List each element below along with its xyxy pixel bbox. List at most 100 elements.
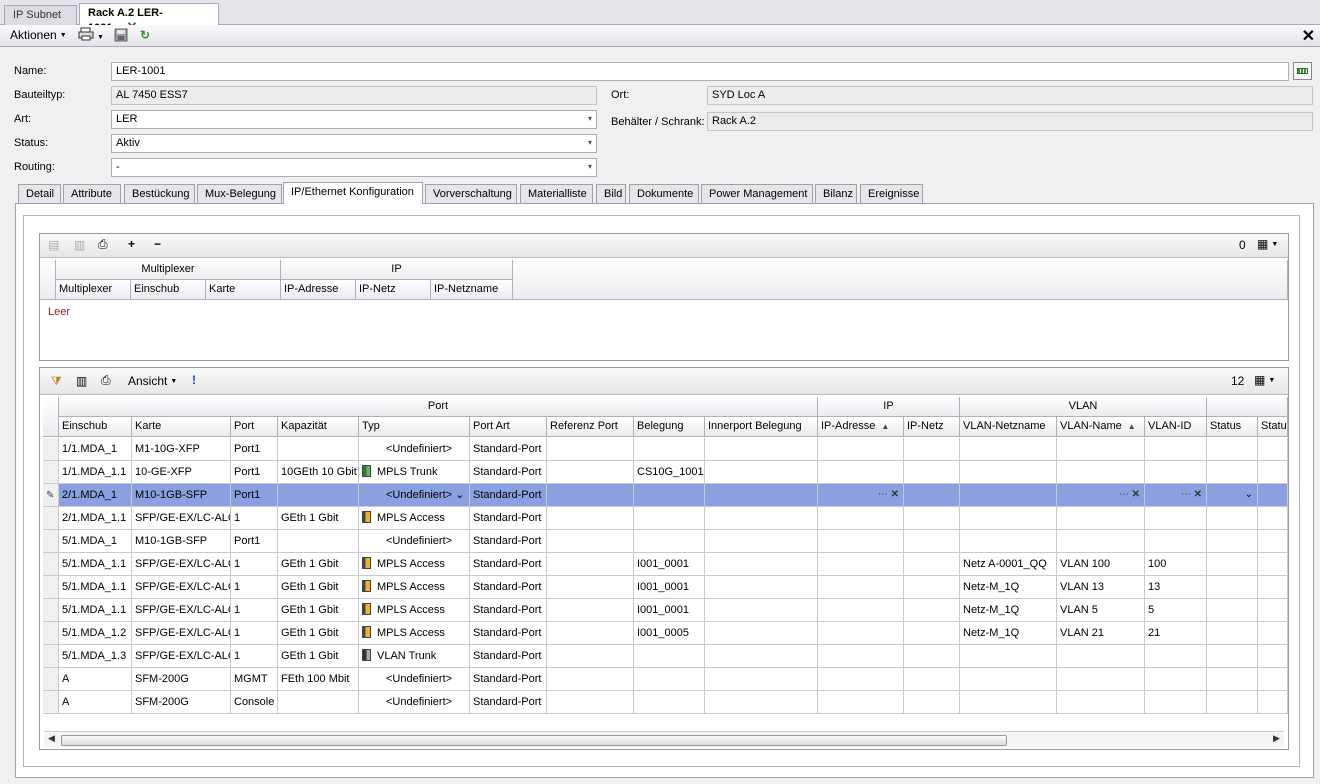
cell-typ[interactable]: MPLS Access xyxy=(359,622,470,645)
cell-vlan_name[interactable] xyxy=(1057,668,1145,691)
cell-einschub[interactable]: 1/1.MDA_1.1 xyxy=(59,461,132,484)
cell-status[interactable] xyxy=(1207,507,1258,530)
cell-belegung[interactable] xyxy=(634,645,705,668)
art-select[interactable]: LER ▾ xyxy=(111,110,597,129)
cell-extra[interactable] xyxy=(1258,576,1288,599)
cell-extra[interactable] xyxy=(1258,645,1288,668)
cell-typ[interactable]: MPLS Access xyxy=(359,576,470,599)
cell-ip_netz[interactable] xyxy=(904,461,960,484)
cell-port_art[interactable]: Standard-Port xyxy=(470,622,547,645)
actions-menu-button[interactable]: Aktionen ▼ xyxy=(10,28,67,42)
cell-port[interactable]: 1 xyxy=(231,576,278,599)
cell-ip_adresse[interactable] xyxy=(818,530,904,553)
cell-port[interactable]: 1 xyxy=(231,553,278,576)
cell-status[interactable] xyxy=(1207,530,1258,553)
cell-einschub[interactable]: 5/1.MDA_1.2 xyxy=(59,622,132,645)
cell-vlan_id[interactable] xyxy=(1145,691,1207,714)
col-typ[interactable]: Typ xyxy=(359,417,470,437)
cell-belegung[interactable]: I001_0001 xyxy=(634,599,705,622)
tab-bilanz[interactable]: Bilanz xyxy=(815,184,857,203)
cell-vlan_name[interactable] xyxy=(1057,530,1145,553)
cell-vlan_id[interactable] xyxy=(1145,507,1207,530)
cell-ip_adresse[interactable] xyxy=(818,645,904,668)
col-ip-adresse[interactable]: IP-Adresse xyxy=(281,280,356,300)
cell-innerport[interactable] xyxy=(705,530,818,553)
row-indicator[interactable] xyxy=(43,438,59,461)
cell-status[interactable] xyxy=(1207,553,1258,576)
cell-status[interactable] xyxy=(1207,576,1258,599)
cell-karte[interactable]: SFM-200G xyxy=(132,691,231,714)
cell-referenz[interactable] xyxy=(547,576,634,599)
cell-ip_adresse[interactable] xyxy=(818,622,904,645)
cell-vlan_name[interactable] xyxy=(1057,438,1145,461)
cell-typ[interactable]: <Undefiniert> xyxy=(359,668,470,691)
cell-kapazitaet[interactable]: GEth 1 Gbit xyxy=(278,622,359,645)
scrollbar-thumb[interactable] xyxy=(61,735,1007,746)
print-menu-button[interactable]: ▼ xyxy=(78,27,104,44)
cell-referenz[interactable] xyxy=(547,668,634,691)
cell-innerport[interactable] xyxy=(705,484,818,507)
cell-ip_netz[interactable] xyxy=(904,484,960,507)
cell-einschub[interactable]: 1/1.MDA_1 xyxy=(59,438,132,461)
col-referenz-port[interactable]: Referenz Port xyxy=(547,417,634,437)
cell-kapazitaet[interactable] xyxy=(278,691,359,714)
close-window-icon[interactable]: ✕ xyxy=(1302,26,1315,46)
cell-kapazitaet[interactable] xyxy=(278,484,359,507)
cell-status[interactable] xyxy=(1207,438,1258,461)
tab-bild[interactable]: Bild xyxy=(596,184,626,203)
cell-vlan_netzname[interactable] xyxy=(960,507,1057,530)
cell-port_art[interactable]: Standard-Port xyxy=(470,645,547,668)
col-ip-netzname[interactable]: IP-Netzname xyxy=(431,280,513,300)
cell-port_art[interactable]: Standard-Port xyxy=(470,507,547,530)
cell-vlan_id[interactable]: 21 xyxy=(1145,622,1207,645)
row-indicator[interactable] xyxy=(43,553,59,576)
cell-kapazitaet[interactable] xyxy=(278,438,359,461)
cell-einschub[interactable]: 5/1.MDA_1 xyxy=(59,530,132,553)
cell-karte[interactable]: SFP/GE-EX/LC-ALC xyxy=(132,553,231,576)
cell-extra[interactable] xyxy=(1258,438,1288,461)
status-select[interactable]: Aktiv ▾ xyxy=(111,134,597,153)
cell-innerport[interactable] xyxy=(705,645,818,668)
cell-ip_netz[interactable] xyxy=(904,668,960,691)
col-belegung[interactable]: Belegung xyxy=(634,417,705,437)
cell-vlan_netzname[interactable] xyxy=(960,668,1057,691)
cell-kapazitaet[interactable]: GEth 1 Gbit xyxy=(278,599,359,622)
tab-detail[interactable]: Detail xyxy=(18,184,61,203)
cell-innerport[interactable] xyxy=(705,599,818,622)
horizontal-scrollbar[interactable]: ◀ ▶ xyxy=(44,731,1284,747)
cell-vlan_name[interactable] xyxy=(1057,507,1145,530)
cell-vlan_netzname[interactable]: Netz-M_1Q xyxy=(960,576,1057,599)
filter-icon[interactable]: ⧩ xyxy=(51,374,62,389)
cell-vlan_netzname[interactable] xyxy=(960,461,1057,484)
cell-referenz[interactable] xyxy=(547,645,634,668)
print-icon[interactable]: ⎙ xyxy=(98,237,108,252)
cell-referenz[interactable] xyxy=(547,622,634,645)
row-indicator[interactable] xyxy=(43,461,59,484)
cell-karte[interactable]: SFP/GE-EX/LC-ALC xyxy=(132,507,231,530)
cell-vlan_name[interactable]: VLAN 100 xyxy=(1057,553,1145,576)
cell-ip_netz[interactable] xyxy=(904,691,960,714)
column-chooser-icon[interactable]: ▦ ▼ xyxy=(1257,237,1278,251)
tab-power-management[interactable]: Power Management xyxy=(701,184,813,203)
cell-ip_netz[interactable] xyxy=(904,438,960,461)
cell-port[interactable]: Port1 xyxy=(231,484,278,507)
col-karte[interactable]: Karte xyxy=(132,417,231,437)
cell-extra[interactable] xyxy=(1258,507,1288,530)
cell-karte[interactable]: M10-1GB-SFP xyxy=(132,530,231,553)
cell-port[interactable]: 1 xyxy=(231,599,278,622)
cell-ip_netz[interactable] xyxy=(904,645,960,668)
cell-belegung[interactable]: I001_0005 xyxy=(634,622,705,645)
cell-innerport[interactable] xyxy=(705,507,818,530)
cell-ip_adresse[interactable] xyxy=(818,668,904,691)
col-ip-netz[interactable]: IP-Netz xyxy=(904,417,960,437)
cell-status[interactable] xyxy=(1207,645,1258,668)
row-indicator[interactable] xyxy=(43,507,59,530)
col-einschub[interactable]: Einschub xyxy=(131,280,206,300)
cell-ip_adresse[interactable] xyxy=(818,576,904,599)
sort-ascending-icon[interactable]: ▲ xyxy=(881,422,889,431)
cell-innerport[interactable] xyxy=(705,668,818,691)
cell-vlan_netzname[interactable]: Netz-M_1Q xyxy=(960,599,1057,622)
cell-port_art[interactable]: Standard-Port xyxy=(470,484,547,507)
cell-referenz[interactable] xyxy=(547,691,634,714)
cell-vlan_name[interactable]: ⋯ ✕ xyxy=(1057,484,1145,507)
